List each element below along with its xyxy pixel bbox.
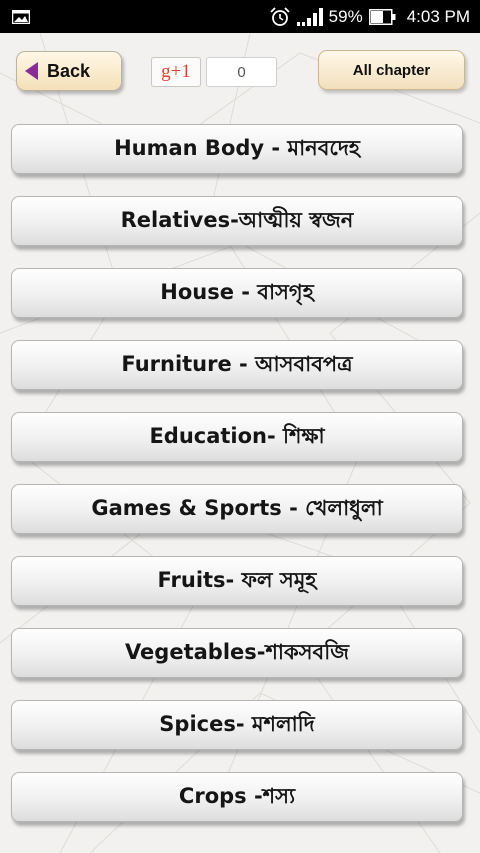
chapter-button-relatives[interactable]: Relatives-আত্মীয় স্বজন <box>11 196 463 246</box>
plus-one-count-value: 0 <box>237 63 246 81</box>
chapter-button-furniture[interactable]: Furniture - আসবাবপত্র <box>11 340 463 390</box>
chapter-button-crops[interactable]: Crops -শস্য <box>11 772 463 822</box>
signal-strength-icon <box>296 7 323 26</box>
back-button[interactable]: Back <box>16 51 122 91</box>
all-chapter-button[interactable]: All chapter <box>318 50 465 90</box>
back-button-label: Back <box>47 60 91 81</box>
chapter-button-vegetables[interactable]: Vegetables-শাকসবজি <box>11 628 463 678</box>
chapter-button-house[interactable]: House - বাসগৃহ <box>11 268 463 318</box>
gallery-notification-icon <box>12 9 30 24</box>
google-plus-one-button[interactable]: g+1 <box>151 57 201 87</box>
battery-percent: 59% <box>328 6 363 26</box>
battery-icon <box>368 8 396 25</box>
alarm-icon <box>270 6 290 26</box>
plus-one-count: 0 <box>206 57 277 87</box>
top-toolbar: Back g+1 0 All chapter <box>0 33 480 113</box>
back-arrow-icon <box>25 62 38 80</box>
chapter-button-spices[interactable]: Spices- মশলাদি <box>11 700 463 750</box>
google-plus-one-label: g+1 <box>161 61 191 82</box>
chapter-button-education[interactable]: Education- শিক্ষা <box>11 412 463 462</box>
clock-time: 4:03 PM <box>406 6 470 26</box>
chapter-button-games-sports[interactable]: Games & Sports - খেলাধুলা <box>11 484 463 534</box>
chapter-button-human-body[interactable]: Human Body - মানবদেহ <box>11 124 463 174</box>
chapter-list: Human Body - মানবদেহ Relatives-আত্মীয় স… <box>0 0 480 853</box>
all-chapter-label: All chapter <box>352 61 431 79</box>
chapter-button-fruits[interactable]: Fruits- ফল সমূহ <box>11 556 463 606</box>
status-bar: 59% 4:03 PM <box>0 0 480 33</box>
